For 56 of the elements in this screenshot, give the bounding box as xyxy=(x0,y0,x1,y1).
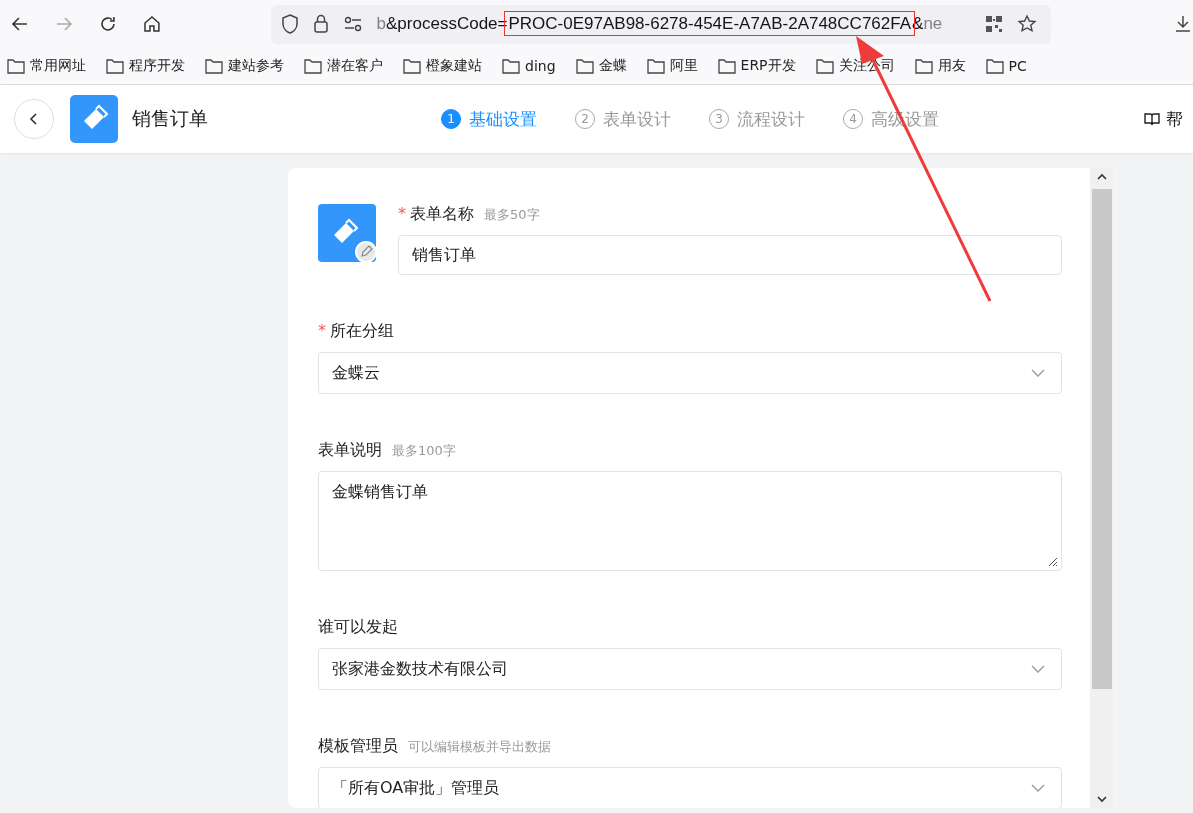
qr-code-icon[interactable] xyxy=(985,15,1004,33)
field-label: 谁可以发起 xyxy=(318,617,398,638)
lock-icon xyxy=(312,14,329,34)
form-title: 销售订单 xyxy=(132,106,208,131)
bookmark-folder[interactable]: 橙象建站 xyxy=(401,55,484,77)
chevron-down-icon xyxy=(1031,784,1045,792)
folder-icon xyxy=(815,58,834,74)
folder-icon xyxy=(717,58,736,74)
home-icon[interactable] xyxy=(141,14,162,34)
bookmark-folder[interactable]: 常用网址 xyxy=(5,55,88,77)
field-label: 表单说明 xyxy=(318,440,382,461)
star-icon[interactable] xyxy=(1017,14,1038,34)
bookmark-folder[interactable]: 阿里 xyxy=(644,55,700,77)
field-label: 模板管理员 xyxy=(318,736,398,757)
text-input[interactable]: 销售订单 xyxy=(398,235,1062,275)
book-icon xyxy=(1144,112,1160,126)
scroll-up-icon[interactable] xyxy=(1096,173,1107,181)
folder-icon xyxy=(914,58,933,74)
select-dropdown[interactable]: 金蝶云 xyxy=(318,352,1062,394)
folder-icon xyxy=(205,58,223,74)
folder-icon xyxy=(403,58,421,74)
required-asterisk: * xyxy=(318,321,326,340)
folder-icon xyxy=(7,58,25,74)
field-hint: 最多50字 xyxy=(484,206,540,224)
folder-icon xyxy=(304,58,322,74)
chevron-down-icon xyxy=(1031,665,1045,673)
field-hint: 最多100字 xyxy=(392,442,456,460)
bookmark-folder[interactable]: PC xyxy=(983,56,1029,76)
bookmark-folder[interactable]: ERP开发 xyxy=(715,55,798,77)
scroll-down-icon[interactable] xyxy=(1096,795,1107,803)
bookmark-folder[interactable]: ding xyxy=(500,56,558,76)
folder-icon xyxy=(985,58,1004,74)
folder-icon xyxy=(575,58,594,74)
folder-icon xyxy=(646,58,665,74)
field-label: 表单名称 xyxy=(410,204,474,225)
bookmark-folder[interactable]: 建站参考 xyxy=(203,55,286,77)
bookmark-folder[interactable]: 用友 xyxy=(912,55,968,77)
scrollbar[interactable] xyxy=(1090,168,1113,808)
bookmark-folder[interactable]: 金蝶 xyxy=(573,55,629,77)
select-dropdown[interactable]: 「所有OA审批」管理员 xyxy=(318,767,1062,808)
required-asterisk: * xyxy=(398,204,406,223)
folder-icon xyxy=(106,58,124,74)
shield-icon xyxy=(280,14,299,34)
chevron-down-icon xyxy=(1031,369,1045,377)
select-dropdown[interactable]: 张家港金数技术有限公司 xyxy=(318,648,1062,690)
field-hint: 可以编辑模板并导出数据 xyxy=(408,738,551,756)
resize-grip-icon[interactable] xyxy=(1046,555,1058,567)
textarea-field[interactable]: 金蝶销售订单 xyxy=(318,471,1062,571)
help-link[interactable]: 帮 xyxy=(1144,107,1183,131)
bookmark-folder[interactable]: 程序开发 xyxy=(104,55,187,77)
sliders-icon[interactable] xyxy=(342,16,363,32)
folder-icon xyxy=(502,58,520,74)
app-logo-icon xyxy=(70,95,118,143)
bookmark-folder[interactable]: 潜在客户 xyxy=(302,55,385,77)
download-icon[interactable] xyxy=(1173,14,1193,34)
field-label: 所在分组 xyxy=(330,321,394,342)
